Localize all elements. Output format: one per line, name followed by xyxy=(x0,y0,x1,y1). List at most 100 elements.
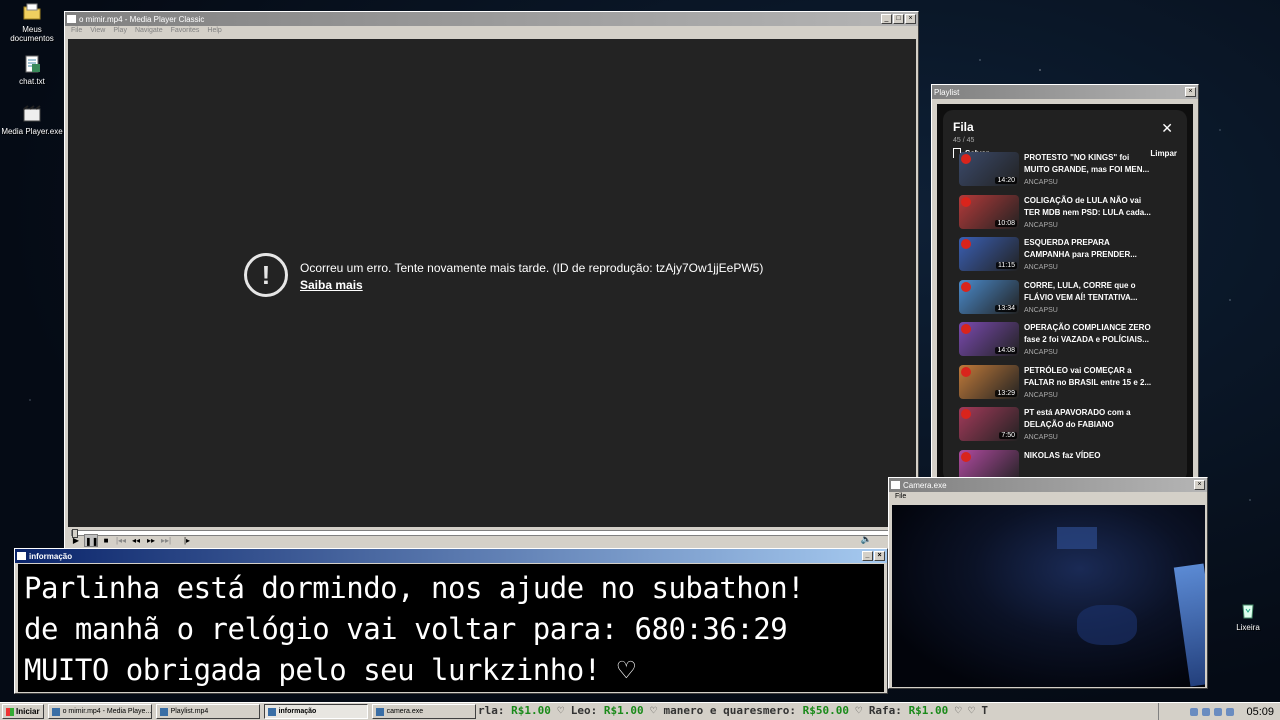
windows-logo-icon xyxy=(6,707,14,716)
menu-help[interactable]: Help xyxy=(207,27,221,37)
playlist-titlebar[interactable]: Playlist × xyxy=(932,85,1198,99)
menu-view[interactable]: View xyxy=(90,27,105,37)
app-icon xyxy=(267,707,276,716)
taskbar-item-mpc[interactable]: o mimir.mp4 - Media Playe... xyxy=(47,704,152,719)
close-button[interactable]: × xyxy=(905,14,916,24)
rewind-button[interactable]: ◂◂ xyxy=(129,534,143,547)
tray-icon[interactable] xyxy=(1214,708,1223,716)
queue-item[interactable]: NIKOLAS faz VÍDEOANCAPSU xyxy=(943,449,1187,478)
camera-titlebar[interactable]: Camera.exe × xyxy=(889,478,1207,492)
donation-amount: R$1.00 xyxy=(908,704,949,717)
volume-icon[interactable]: 🔈 xyxy=(861,534,872,545)
ticker-tail: ♡ T xyxy=(968,704,989,717)
queue-item[interactable]: 14:20 PROTESTO "NO KINGS" foi MUITO GRAND… xyxy=(943,152,1187,195)
info-window[interactable]: informação _ × Parlinha está dormindo, n… xyxy=(14,548,888,694)
channel-name: ANCAPSU xyxy=(1024,306,1058,314)
video-area[interactable]: ! Ocorreu um erro. Tente novamente mais … xyxy=(68,39,916,527)
media-player-window[interactable]: o mimir.mp4 - Media Player Classic _ □ ×… xyxy=(64,11,919,549)
app-icon xyxy=(375,707,384,716)
camera-icon xyxy=(891,481,900,489)
info-content: Parlinha está dormindo, nos ajude no sub… xyxy=(18,564,884,692)
close-button[interactable]: × xyxy=(1194,480,1205,490)
menu-favorites[interactable]: Favorites xyxy=(171,27,200,37)
prev-button[interactable]: |◂◂ xyxy=(114,534,128,547)
app-icon xyxy=(17,552,26,560)
app-icon xyxy=(51,707,60,716)
info-line: de manhã o relógio vai voltar para: 680:… xyxy=(24,612,788,646)
video-thumbnail xyxy=(959,449,1019,478)
donor-name: Rafa: xyxy=(868,704,902,717)
video-title: CORRE, LULA, CORRE que o FLÁVIO VEM AÍ! … xyxy=(1024,280,1138,302)
media-player-icon xyxy=(23,105,41,122)
desktop-icon-label: Meus documentos xyxy=(10,25,54,43)
tray-icon[interactable] xyxy=(1226,708,1235,716)
minimize-button[interactable]: _ xyxy=(881,14,892,24)
queue-list: 14:20 PROTESTO "NO KINGS" foi MUITO GRAND… xyxy=(943,152,1187,478)
channel-name: ANCAPSU xyxy=(1024,349,1058,356)
queue-item[interactable]: 7:50 PT está APAVORADO com a DELAÇÃO do F… xyxy=(943,407,1187,450)
donation-amount: R$1.00 xyxy=(603,704,644,717)
menu-play[interactable]: Play xyxy=(113,27,127,37)
channel-badge-icon xyxy=(961,154,971,164)
forward-button[interactable]: ▸▸ xyxy=(144,534,158,547)
folder-icon xyxy=(23,3,41,20)
channel-badge-icon xyxy=(961,239,971,249)
queue-item[interactable]: 13:29 PETRÓLEO vai COMEÇAR a FALTAR no BR… xyxy=(943,364,1187,408)
ticker-entry: Rafa: R$1.00 ♡ xyxy=(868,704,969,717)
ticker-entry: rla: R$1.00 ♡ xyxy=(478,704,571,717)
camera-feed xyxy=(892,505,1205,687)
info-line: Parlinha está dormindo, nos ajude no sub… xyxy=(24,571,805,605)
close-icon[interactable]: ✕ xyxy=(1161,120,1173,137)
desktop-icon-recycle-bin[interactable]: Lixeira xyxy=(1216,600,1280,632)
close-button[interactable]: × xyxy=(1185,87,1196,97)
menu-navigate[interactable]: Navigate xyxy=(135,27,163,37)
camera-window[interactable]: Camera.exe × File xyxy=(888,477,1208,689)
donor-name: rla: xyxy=(478,704,505,717)
info-titlebar[interactable]: informação _ × xyxy=(15,549,887,563)
desktop-icon-media-player[interactable]: Media Player.exe xyxy=(0,104,64,136)
learn-more-link[interactable]: Saiba mais xyxy=(300,278,763,292)
desktop-icon-my-documents[interactable]: Meus documentos xyxy=(0,2,64,43)
menu-file[interactable]: File xyxy=(895,493,906,503)
channel-name: ANCAPSU xyxy=(1024,434,1058,441)
taskbar-item-camera[interactable]: camera.exe xyxy=(371,704,476,719)
window-title: Camera.exe xyxy=(903,480,947,490)
donor-name: manero e quaresmero: xyxy=(663,704,796,717)
menu-file[interactable]: File xyxy=(71,27,82,37)
channel-badge-icon xyxy=(961,366,971,377)
queue-item[interactable]: 10:08 COLIGAÇÃO de LULA NÃO vai TER MDB n… xyxy=(943,194,1187,238)
clock[interactable]: 05:09 xyxy=(1246,706,1274,718)
tray-icon[interactable] xyxy=(1190,708,1199,716)
desktop-icon-chat-txt[interactable]: chat.txt xyxy=(0,54,64,86)
playlist-window[interactable]: Playlist × Fila 45 / 45 ✕ Salvar Limpar … xyxy=(931,84,1199,480)
stop-button[interactable]: ■ xyxy=(99,534,113,547)
minimize-button[interactable]: _ xyxy=(862,551,873,561)
queue-panel: Fila 45 / 45 ✕ Salvar Limpar 14:20PROTES… xyxy=(943,110,1187,478)
video-duration: 11:15 xyxy=(996,262,1017,269)
queue-item[interactable]: 14:08 OPERAÇÃO COMPLIANCE ZERO fase 2 foi… xyxy=(943,322,1187,365)
maximize-button[interactable]: □ xyxy=(893,14,904,24)
taskbar-item-info[interactable]: informação xyxy=(263,704,368,719)
camera-menubar: File xyxy=(889,492,1207,504)
task-label: o mimir.mp4 - Media Playe... xyxy=(62,708,152,715)
close-button[interactable]: × xyxy=(874,551,885,561)
start-button[interactable]: Iniciar xyxy=(2,704,44,719)
next-button[interactable]: ▸▸| xyxy=(159,534,173,547)
queue-item[interactable]: 13:34 CORRE, LULA, CORRE que o FLÁVIO VEM… xyxy=(943,279,1187,323)
taskbar-item-playlist[interactable]: Playlist.mp4 xyxy=(155,704,260,719)
tray-icon[interactable] xyxy=(1202,708,1211,716)
play-button[interactable]: ▶ xyxy=(69,534,83,547)
seek-bar[interactable] xyxy=(71,529,913,538)
channel-badge-icon xyxy=(961,281,971,292)
video-duration: 13:29 xyxy=(995,389,1017,397)
video-thumbnail: 7:50 xyxy=(959,407,1019,441)
queue-item[interactable]: 11:15 ESQUERDA PREPARA CAMPANHA para PREN… xyxy=(943,237,1187,280)
channel-name: ANCAPSU xyxy=(1024,391,1058,399)
pause-button[interactable]: ❚❚ xyxy=(84,533,98,547)
video-thumbnail: 10:08 xyxy=(959,194,1019,229)
mpc-titlebar[interactable]: o mimir.mp4 - Media Player Classic _ □ × xyxy=(65,12,918,26)
desktop-icon-label: chat.txt xyxy=(19,77,45,86)
video-duration: 14:20 xyxy=(995,177,1017,184)
frame-step-button[interactable]: |▸ xyxy=(180,534,194,547)
video-thumbnail: 14:20 xyxy=(959,152,1019,186)
